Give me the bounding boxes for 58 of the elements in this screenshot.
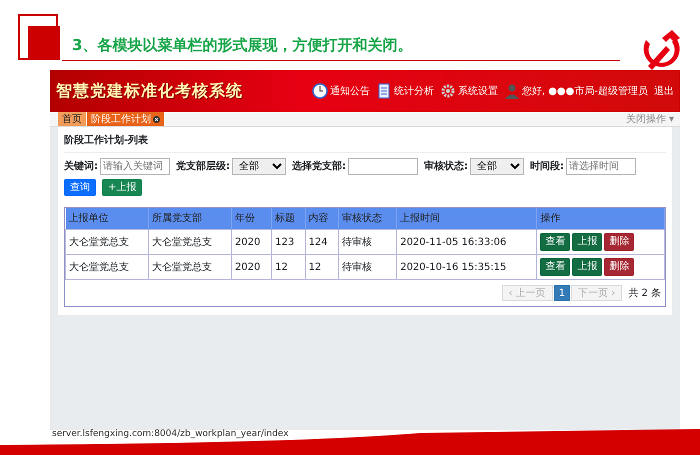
action-button[interactable]: 查看 [540, 258, 570, 276]
close-menu[interactable]: 关闭操作 ▾ [626, 112, 680, 126]
column-header: 标题 [272, 208, 306, 230]
column-header: 上报单位 [66, 208, 148, 230]
select-field[interactable]: 全部 [232, 158, 286, 175]
input-field[interactable] [348, 158, 418, 175]
table-cell: 2020 [231, 230, 272, 254]
column-header: 内容 [305, 208, 338, 230]
table-cell: 12 [272, 254, 306, 280]
column-header: 操作 [536, 208, 664, 230]
delete-button[interactable]: 删除 [604, 258, 634, 276]
tab[interactable]: 首页 [58, 112, 86, 126]
table-cell: 大仑堂党总支 [148, 254, 232, 280]
table-cell: 2020 [231, 254, 272, 280]
filter-label: 时间段: [530, 160, 564, 174]
table-cell: 大仑堂党总支 [148, 230, 232, 254]
banner-link[interactable]: 退出 [654, 84, 674, 98]
search-button[interactable]: 查询 [64, 179, 96, 196]
system-title: 智慧党建标准化考核系统 [56, 80, 243, 102]
filter-label: 审核状态: [424, 159, 468, 174]
action-button[interactable]: 上报 [572, 258, 602, 276]
document-icon[interactable] [376, 83, 392, 99]
table-cell: 12 [305, 254, 338, 280]
table-cell: 123 [272, 230, 306, 254]
delete-button[interactable]: 删除 [604, 233, 634, 251]
select-field[interactable]: 全部 [470, 158, 524, 175]
table-cell: 待审核 [338, 254, 397, 280]
status-url: server.lsfengxing.com:8004/zb_workplan_year/index [52, 428, 289, 440]
input-field[interactable]: 请输入关键词 [100, 158, 170, 175]
table-cell: 大仑堂党总支 [66, 254, 148, 280]
gear-icon[interactable] [440, 83, 456, 99]
column-header: 审核状态 [338, 208, 397, 230]
filter-label: 党支部层级: [176, 160, 230, 174]
action-button[interactable]: 上报 [572, 233, 602, 251]
clock-icon[interactable] [312, 83, 328, 99]
column-header: 年份 [231, 208, 272, 230]
filter-label: 关键词: [64, 160, 98, 174]
table-cell: 2020-11-05 16:33:06 [396, 230, 537, 254]
panel-title: 阶段工作计划-列表 [64, 131, 666, 153]
table-cell: 124 [305, 230, 338, 254]
banner-link[interactable]: 系统设置 [458, 84, 498, 98]
slide-title: 3、各模块以菜单栏的形式展现，方便打开和关闭。 [72, 35, 412, 56]
column-header: 上报时间 [396, 208, 537, 230]
filter-label: 选择党支部: [292, 160, 346, 174]
table-cell: 2020-10-16 15:35:15 [396, 254, 537, 280]
column-header: 所属党支部 [148, 208, 232, 230]
table-cell: 待审核 [338, 230, 397, 254]
tab[interactable]: 阶段工作计划 [87, 112, 164, 126]
page-button[interactable]: 1 [554, 285, 570, 301]
total-count: 共 2 条 [628, 286, 661, 300]
action-button[interactable]: 查看 [540, 233, 570, 251]
table-cell: 大仑堂党总支 [66, 230, 148, 254]
input-field[interactable]: 请选择时间 [566, 158, 636, 175]
banner-link[interactable]: 您好, ●●●市局-超级管理员 [522, 84, 648, 98]
banner-link[interactable]: 通知公告 [330, 84, 370, 98]
banner-link[interactable]: 统计分析 [394, 84, 434, 98]
close-icon[interactable] [153, 116, 160, 122]
report-button[interactable]: +上报 [102, 179, 142, 196]
